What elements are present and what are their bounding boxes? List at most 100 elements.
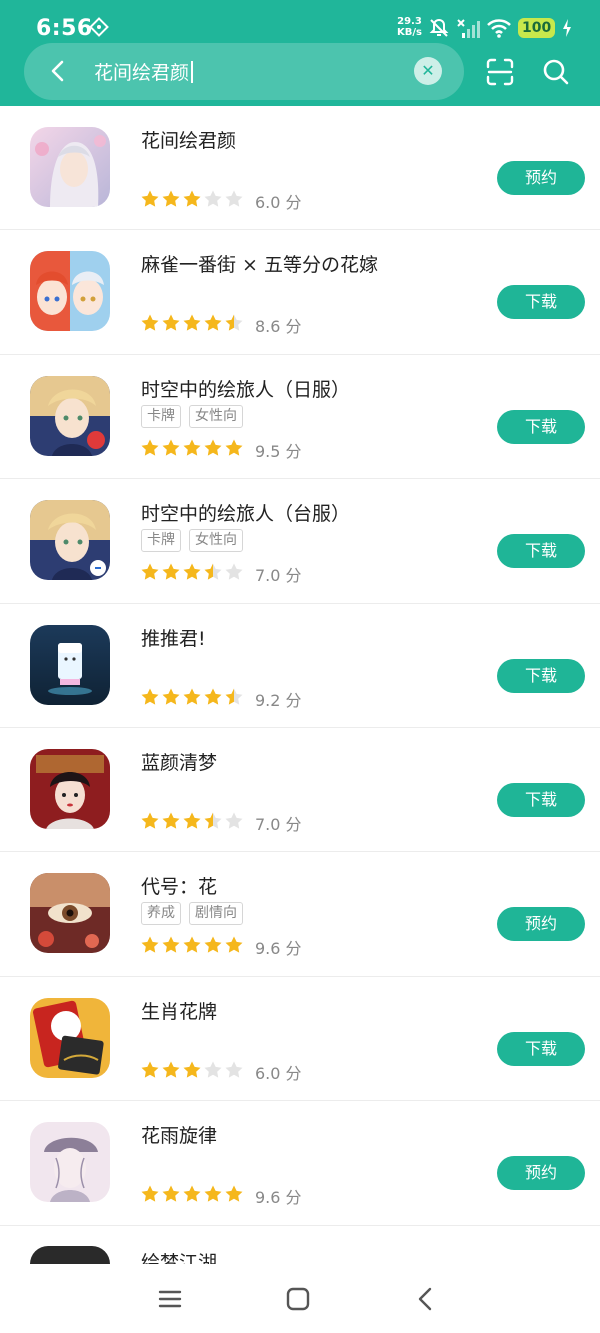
rating: 9.6 分: [140, 1184, 302, 1208]
back-arrow-icon[interactable]: [44, 57, 72, 85]
app-icon-tuitui[interactable]: [30, 624, 110, 705]
list-item[interactable]: 时空中的绘旅人（台服） 卡牌 女性向 7.0 分 下载: [0, 479, 600, 604]
star-icon: [204, 314, 222, 331]
list-item[interactable]: 代号：花 养成 剧情向 9.6 分 预约: [0, 852, 600, 977]
list-item[interactable]: 花间绘君颜 6.0 分 预约: [0, 106, 600, 231]
search-results-list[interactable]: 花间绘君颜 6.0 分 预约 麻雀一番街 × 五等分の花嫁 8.6 分 下载 时…: [0, 106, 600, 1264]
search-input[interactable]: 花间绘君颜: [94, 58, 194, 85]
star-icon: [141, 314, 159, 331]
list-item[interactable]: 推推君! 9.2 分 下载: [0, 604, 600, 728]
download-button[interactable]: 下载: [497, 285, 585, 320]
app-name[interactable]: 生肖花牌: [141, 997, 217, 1024]
app-name[interactable]: 麻雀一番街 × 五等分の花嫁: [141, 250, 378, 277]
star-icon: [225, 439, 243, 456]
download-button[interactable]: 下载: [497, 658, 585, 693]
app-icon-huayu[interactable]: [30, 1122, 110, 1203]
star-icon: [162, 936, 180, 953]
star-icon: [162, 1185, 180, 1202]
star-icon: [204, 439, 222, 456]
category-tag: 女性向: [189, 529, 243, 553]
star-rating: [140, 562, 245, 586]
star-rating: [140, 313, 245, 337]
star-icon: [183, 1185, 201, 1202]
star-icon: [162, 563, 180, 580]
star-icon: [204, 936, 222, 953]
rating: 9.5 分: [140, 438, 302, 462]
app-icon-painter-tw[interactable]: [30, 500, 110, 581]
app-name[interactable]: 推推君!: [141, 624, 206, 651]
app-icon-mahjong[interactable]: [30, 251, 110, 332]
download-button[interactable]: 下载: [497, 409, 585, 444]
search-query-text: 花间绘君颜: [94, 62, 190, 84]
star-icon: [162, 190, 180, 207]
list-item[interactable]: 生肖花牌 6.0 分 下载: [0, 977, 600, 1102]
star-icon: [204, 190, 222, 207]
wifi-icon: [487, 19, 511, 38]
app-name[interactable]: 代号：花: [141, 872, 217, 899]
status-bar: 6:56 29.3 KB/s 100: [0, 0, 600, 44]
star-icon: [141, 812, 159, 829]
star-icon: [204, 1061, 222, 1078]
rating: 9.2 分: [140, 687, 302, 711]
score-text: 6.0 分: [255, 193, 302, 212]
list-item[interactable]: 麻雀一番街 × 五等分の花嫁 8.6 分 下载: [0, 230, 600, 355]
category-tag: 女性向: [189, 404, 243, 428]
star-icon: [162, 439, 180, 456]
app-name[interactable]: 花雨旋律: [141, 1121, 217, 1148]
search-bar[interactable]: 花间绘君颜 ✕: [24, 43, 464, 100]
star-rating: [140, 1184, 245, 1208]
reserve-button[interactable]: 预约: [497, 1156, 585, 1191]
app-icon-hanafuda[interactable]: [30, 997, 110, 1078]
star-icon: [183, 439, 201, 456]
category-tag: 卡牌: [141, 404, 181, 428]
menu-icon[interactable]: [155, 1284, 185, 1314]
reserve-button[interactable]: 预约: [497, 161, 585, 195]
app-icon-huajian[interactable]: [30, 127, 110, 207]
home-icon[interactable]: [283, 1284, 313, 1314]
search-icon[interactable]: [541, 57, 571, 87]
star-icon: [183, 936, 201, 953]
app-tags: 养成 剧情向: [141, 902, 243, 926]
score-text: 7.0 分: [255, 814, 302, 834]
download-button[interactable]: 下载: [497, 1031, 585, 1066]
star-icon: [183, 314, 201, 331]
app-name[interactable]: 蓝颜清梦: [141, 748, 217, 775]
star-icon: [141, 563, 159, 580]
star-icon: [162, 1061, 180, 1078]
back-icon[interactable]: [411, 1284, 441, 1314]
app-icon-partial[interactable]: [30, 1246, 110, 1264]
download-button[interactable]: 下载: [497, 534, 585, 569]
star-icon: [225, 563, 243, 580]
app-tags: 卡牌 女性向: [141, 529, 243, 553]
app-name[interactable]: 时空中的绘旅人（台服）: [141, 499, 350, 526]
reserve-button[interactable]: 预约: [497, 907, 585, 942]
star-icon: [141, 688, 159, 705]
star-icon: [204, 688, 222, 705]
star-icon: [141, 190, 159, 207]
star-icon: [204, 563, 222, 580]
category-tag: 剧情向: [189, 902, 243, 926]
star-icon: [141, 439, 159, 456]
app-icon-codename-hua[interactable]: [30, 873, 110, 954]
rating: 6.0 分: [140, 1060, 302, 1084]
rating: 6.0 分: [140, 189, 302, 213]
star-icon: [225, 190, 243, 207]
star-icon: [141, 1061, 159, 1078]
list-item[interactable]: 花雨旋律 9.6 分 预约: [0, 1101, 600, 1226]
score-text: 9.2 分: [255, 690, 302, 710]
system-nav-bar: [0, 1264, 600, 1333]
download-button[interactable]: 下载: [497, 782, 585, 817]
app-icon-lanyan[interactable]: [30, 748, 110, 829]
clear-search-button[interactable]: ✕: [414, 57, 442, 85]
app-name[interactable]: 花间绘君颜: [141, 126, 236, 153]
rating: 7.0 分: [140, 811, 302, 835]
app-name[interactable]: 时空中的绘旅人（日服）: [141, 375, 350, 402]
scan-icon[interactable]: [485, 57, 515, 87]
list-item[interactable]: 蓝颜清梦 7.0 分 下载: [0, 728, 600, 853]
app-icon-painter-jp[interactable]: [30, 375, 110, 456]
list-item[interactable]: 时空中的绘旅人（日服） 卡牌 女性向 9.5 分 下载: [0, 355, 600, 480]
category-tag: 卡牌: [141, 529, 181, 553]
score-text: 9.6 分: [255, 1188, 302, 1208]
star-icon: [183, 190, 201, 207]
score-text: 9.5 分: [255, 441, 302, 461]
